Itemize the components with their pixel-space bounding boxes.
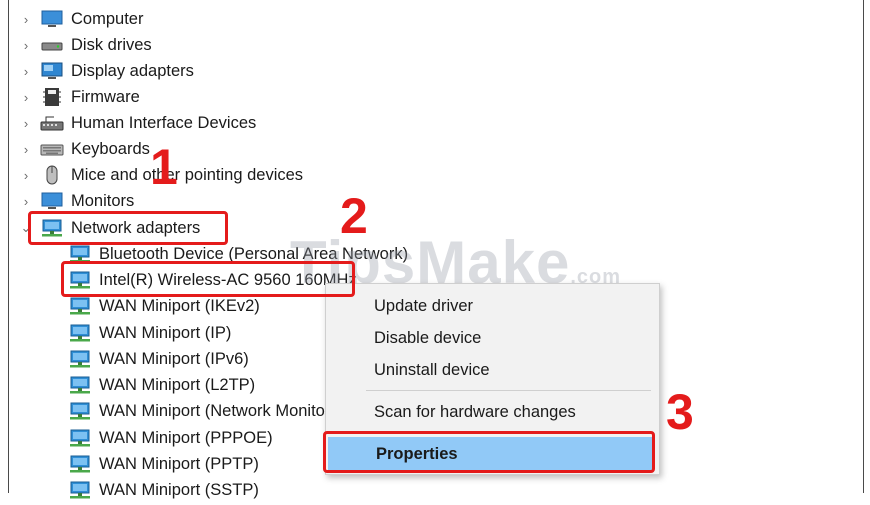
- network-adapter-label: WAN Miniport (PPTP): [99, 454, 259, 473]
- callout-intel-adapter: [61, 261, 355, 297]
- tree-item-display-adapters[interactable]: › Display adapters: [20, 58, 194, 84]
- network-adapter-icon: [68, 296, 92, 316]
- step-number-3: 3: [666, 384, 694, 440]
- network-adapter-icon: [68, 323, 92, 343]
- mouse-icon: [40, 165, 64, 185]
- menu-item-scan-hardware[interactable]: Scan for hardware changes: [326, 397, 659, 427]
- network-adapter-label: WAN Miniport (L2TP): [99, 375, 256, 394]
- menu-separator: [366, 390, 651, 391]
- display-adapter-icon: [40, 61, 64, 81]
- keyboard-icon: [40, 139, 64, 159]
- tree-item-label: Mice and other pointing devices: [71, 165, 304, 184]
- network-adapter-item[interactable]: WAN Miniport (IP): [68, 320, 231, 346]
- network-adapter-label: WAN Miniport (IP): [99, 323, 232, 342]
- network-adapter-icon: [68, 454, 92, 474]
- network-adapter-item[interactable]: WAN Miniport (IPv6): [68, 346, 249, 372]
- network-adapter-label: WAN Miniport (IPv6): [99, 349, 249, 368]
- menu-item-update-driver[interactable]: Update driver: [326, 291, 659, 321]
- network-adapter-icon: [68, 428, 92, 448]
- monitor-icon: [40, 191, 64, 211]
- network-adapter-icon: [68, 375, 92, 395]
- tree-item-firmware[interactable]: › Firmware: [20, 84, 140, 110]
- chevron-right-icon[interactable]: ›: [20, 90, 32, 105]
- tree-item-label: Keyboards: [71, 139, 150, 158]
- network-adapter-label: WAN Miniport (IKEv2): [99, 296, 260, 315]
- menu-item-disable-device[interactable]: Disable device: [326, 323, 659, 353]
- network-adapter-icon: [68, 349, 92, 369]
- network-adapter-item[interactable]: WAN Miniport (PPPOE): [68, 425, 273, 451]
- network-adapter-label: WAN Miniport (Network Monitor): [99, 401, 336, 420]
- computer-icon: [40, 9, 64, 29]
- tree-item-label: Display adapters: [71, 61, 194, 80]
- network-adapter-item[interactable]: WAN Miniport (SSTP): [68, 477, 259, 503]
- menu-item-uninstall-device[interactable]: Uninstall device: [326, 355, 659, 385]
- tree-item-keyboards[interactable]: › Keyboards: [20, 136, 150, 162]
- step-number-1: 1: [150, 139, 178, 195]
- step-number-2: 2: [340, 188, 368, 244]
- tree-item-label: Computer: [71, 9, 144, 28]
- chevron-right-icon[interactable]: ›: [20, 12, 32, 27]
- menu-item-label: Update driver: [374, 296, 474, 315]
- menu-item-label: Scan for hardware changes: [374, 402, 576, 421]
- hid-icon: [40, 113, 64, 133]
- callout-network-adapters: [28, 211, 228, 245]
- tree-item-label: Firmware: [71, 87, 140, 106]
- network-adapter-item[interactable]: WAN Miniport (Network Monitor): [68, 398, 336, 424]
- chevron-right-icon[interactable]: ›: [20, 168, 32, 183]
- tree-item-computer[interactable]: › Computer: [20, 6, 144, 32]
- firmware-icon: [40, 87, 64, 107]
- disk-drive-icon: [40, 35, 64, 55]
- tree-item-label: Disk drives: [71, 35, 152, 54]
- chevron-right-icon[interactable]: ›: [20, 142, 32, 157]
- network-adapter-item[interactable]: WAN Miniport (L2TP): [68, 372, 255, 398]
- network-adapter-item[interactable]: WAN Miniport (PPTP): [68, 451, 259, 477]
- tree-item-human-interface-devices[interactable]: › Human Interface Devices: [20, 110, 256, 136]
- chevron-right-icon[interactable]: ›: [20, 64, 32, 79]
- menu-item-label: Disable device: [374, 328, 482, 347]
- chevron-right-icon[interactable]: ›: [20, 116, 32, 131]
- menu-item-label: Uninstall device: [374, 360, 490, 379]
- network-adapter-icon: [68, 480, 92, 500]
- chevron-right-icon[interactable]: ›: [20, 38, 32, 53]
- tree-item-disk-drives[interactable]: › Disk drives: [20, 32, 152, 58]
- chevron-right-icon[interactable]: ›: [20, 194, 32, 209]
- callout-properties: [323, 431, 655, 473]
- tree-item-label: Monitors: [71, 191, 135, 210]
- tree-item-label: Human Interface Devices: [71, 113, 257, 132]
- network-adapter-label: WAN Miniport (SSTP): [99, 480, 259, 499]
- network-adapter-icon: [68, 401, 92, 421]
- network-adapter-label: WAN Miniport (PPPOE): [99, 428, 273, 447]
